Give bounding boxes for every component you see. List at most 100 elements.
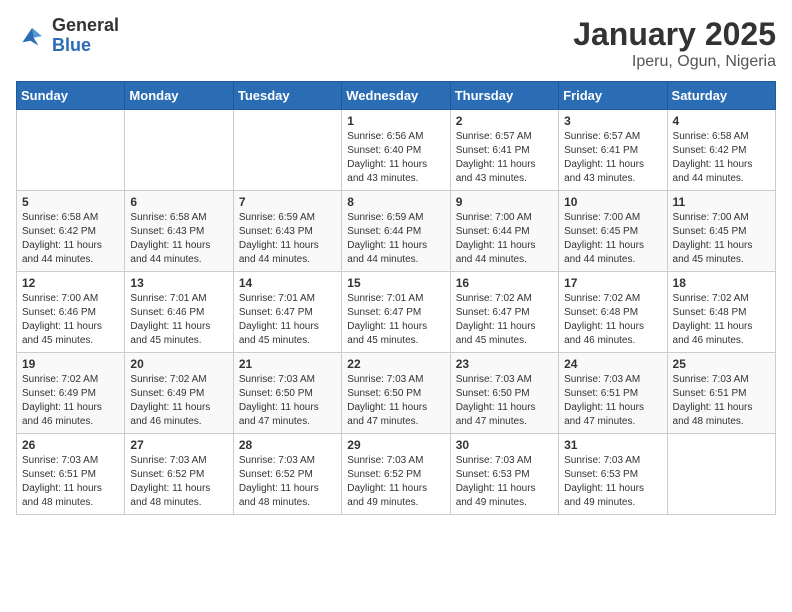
- calendar-cell: 3 Sunrise: 6:57 AM Sunset: 6:41 PM Daylig…: [559, 110, 667, 191]
- calendar-cell: 18 Sunrise: 7:02 AM Sunset: 6:48 PM Dayli…: [667, 272, 775, 353]
- calendar-cell: [17, 110, 125, 191]
- day-info: Sunrise: 7:02 AM Sunset: 6:49 PM Dayligh…: [130, 373, 227, 429]
- day-info: Sunrise: 7:03 AM Sunset: 6:50 PM Dayligh…: [456, 373, 553, 429]
- day-info: Sunrise: 7:02 AM Sunset: 6:48 PM Dayligh…: [564, 292, 661, 348]
- calendar-cell: 31Sunrise: 7:03 AM Sunset: 6:53 PM Dayli…: [559, 434, 667, 515]
- calendar-cell: 5 Sunrise: 6:58 AM Sunset: 6:42 PM Daylig…: [17, 191, 125, 272]
- day-info: Sunrise: 7:03 AM Sunset: 6:50 PM Dayligh…: [239, 373, 336, 429]
- calendar-cell: 24 Sunrise: 7:03 AM Sunset: 6:51 PM Dayli…: [559, 353, 667, 434]
- calendar-day-header: Friday: [559, 82, 667, 110]
- day-number: 14: [239, 276, 336, 290]
- calendar-cell: 16 Sunrise: 7:02 AM Sunset: 6:47 PM Dayli…: [450, 272, 558, 353]
- day-info: Sunrise: 6:57 AM Sunset: 6:41 PM Dayligh…: [564, 130, 661, 186]
- day-number: 16: [456, 276, 553, 290]
- day-info: Sunrise: 7:03 AM Sunset: 6:51 PM Dayligh…: [564, 373, 661, 429]
- calendar-day-header: Sunday: [17, 82, 125, 110]
- day-number: 26: [22, 438, 119, 452]
- day-info: Sunrise: 7:02 AM Sunset: 6:48 PM Dayligh…: [673, 292, 770, 348]
- calendar-cell: 26Sunrise: 7:03 AM Sunset: 6:51 PM Dayli…: [17, 434, 125, 515]
- day-number: 5: [22, 195, 119, 209]
- day-info: Sunrise: 6:58 AM Sunset: 6:42 PM Dayligh…: [673, 130, 770, 186]
- calendar-week-row: 1 Sunrise: 6:56 AM Sunset: 6:40 PM Daylig…: [17, 110, 776, 191]
- day-info: Sunrise: 7:00 AM Sunset: 6:46 PM Dayligh…: [22, 292, 119, 348]
- day-number: 2: [456, 114, 553, 128]
- calendar-header-row: SundayMondayTuesdayWednesdayThursdayFrid…: [17, 82, 776, 110]
- day-info: Sunrise: 7:00 AM Sunset: 6:44 PM Dayligh…: [456, 211, 553, 267]
- day-info: Sunrise: 7:03 AM Sunset: 6:52 PM Dayligh…: [130, 454, 227, 510]
- calendar-cell: 28Sunrise: 7:03 AM Sunset: 6:52 PM Dayli…: [233, 434, 341, 515]
- day-info: Sunrise: 7:02 AM Sunset: 6:49 PM Dayligh…: [22, 373, 119, 429]
- calendar-cell: [667, 434, 775, 515]
- calendar-day-header: Monday: [125, 82, 233, 110]
- day-number: 24: [564, 357, 661, 371]
- day-number: 23: [456, 357, 553, 371]
- calendar-cell: 27 Sunrise: 7:03 AM Sunset: 6:52 PM Dayli…: [125, 434, 233, 515]
- day-number: 15: [347, 276, 444, 290]
- day-info: Sunrise: 7:00 AM Sunset: 6:45 PM Dayligh…: [673, 211, 770, 267]
- calendar-cell: 22 Sunrise: 7:03 AM Sunset: 6:50 PM Dayli…: [342, 353, 450, 434]
- calendar-week-row: 5 Sunrise: 6:58 AM Sunset: 6:42 PM Daylig…: [17, 191, 776, 272]
- day-number: 13: [130, 276, 227, 290]
- day-info: Sunrise: 7:02 AM Sunset: 6:47 PM Dayligh…: [456, 292, 553, 348]
- day-info: Sunrise: 7:03 AM Sunset: 6:52 PM Dayligh…: [239, 454, 336, 510]
- day-number: 8: [347, 195, 444, 209]
- calendar-cell: 23 Sunrise: 7:03 AM Sunset: 6:50 PM Dayli…: [450, 353, 558, 434]
- day-info: Sunrise: 7:03 AM Sunset: 6:52 PM Dayligh…: [347, 454, 444, 510]
- day-info: Sunrise: 6:58 AM Sunset: 6:42 PM Dayligh…: [22, 211, 119, 267]
- page-subtitle: Iperu, Ogun, Nigeria: [573, 53, 776, 71]
- day-info: Sunrise: 6:58 AM Sunset: 6:43 PM Dayligh…: [130, 211, 227, 267]
- day-number: 20: [130, 357, 227, 371]
- calendar-cell: 4 Sunrise: 6:58 AM Sunset: 6:42 PM Daylig…: [667, 110, 775, 191]
- calendar-cell: 2Sunrise: 6:57 AM Sunset: 6:41 PM Daylig…: [450, 110, 558, 191]
- logo: General Blue: [16, 16, 119, 56]
- day-info: Sunrise: 7:01 AM Sunset: 6:47 PM Dayligh…: [239, 292, 336, 348]
- day-info: Sunrise: 6:59 AM Sunset: 6:43 PM Dayligh…: [239, 211, 336, 267]
- calendar-cell: 1 Sunrise: 6:56 AM Sunset: 6:40 PM Daylig…: [342, 110, 450, 191]
- day-number: 22: [347, 357, 444, 371]
- calendar-cell: 12 Sunrise: 7:00 AM Sunset: 6:46 PM Dayli…: [17, 272, 125, 353]
- day-number: 29: [347, 438, 444, 452]
- day-info: Sunrise: 7:01 AM Sunset: 6:47 PM Dayligh…: [347, 292, 444, 348]
- day-number: 1: [347, 114, 444, 128]
- calendar-day-header: Tuesday: [233, 82, 341, 110]
- calendar-day-header: Saturday: [667, 82, 775, 110]
- day-info: Sunrise: 6:56 AM Sunset: 6:40 PM Dayligh…: [347, 130, 444, 186]
- logo-general: General: [52, 15, 119, 35]
- calendar-week-row: 26Sunrise: 7:03 AM Sunset: 6:51 PM Dayli…: [17, 434, 776, 515]
- day-number: 18: [673, 276, 770, 290]
- day-number: 17: [564, 276, 661, 290]
- logo-blue: Blue: [52, 35, 91, 55]
- day-number: 30: [456, 438, 553, 452]
- day-info: Sunrise: 7:01 AM Sunset: 6:46 PM Dayligh…: [130, 292, 227, 348]
- day-number: 4: [673, 114, 770, 128]
- day-info: Sunrise: 7:00 AM Sunset: 6:45 PM Dayligh…: [564, 211, 661, 267]
- calendar-day-header: Thursday: [450, 82, 558, 110]
- calendar-cell: 21Sunrise: 7:03 AM Sunset: 6:50 PM Dayli…: [233, 353, 341, 434]
- day-number: 10: [564, 195, 661, 209]
- calendar-cell: [233, 110, 341, 191]
- calendar-cell: 13 Sunrise: 7:01 AM Sunset: 6:46 PM Dayli…: [125, 272, 233, 353]
- day-number: 31: [564, 438, 661, 452]
- calendar-cell: 14 Sunrise: 7:01 AM Sunset: 6:47 PM Dayli…: [233, 272, 341, 353]
- calendar-cell: 6Sunrise: 6:58 AM Sunset: 6:43 PM Daylig…: [125, 191, 233, 272]
- day-number: 3: [564, 114, 661, 128]
- calendar-cell: 20 Sunrise: 7:02 AM Sunset: 6:49 PM Dayli…: [125, 353, 233, 434]
- day-number: 12: [22, 276, 119, 290]
- calendar-cell: 30 Sunrise: 7:03 AM Sunset: 6:53 PM Dayli…: [450, 434, 558, 515]
- calendar-cell: 17 Sunrise: 7:02 AM Sunset: 6:48 PM Dayli…: [559, 272, 667, 353]
- day-info: Sunrise: 7:03 AM Sunset: 6:53 PM Dayligh…: [456, 454, 553, 510]
- page-header: General Blue January 2025 Iperu, Ogun, N…: [16, 16, 776, 71]
- calendar-week-row: 12 Sunrise: 7:00 AM Sunset: 6:46 PM Dayli…: [17, 272, 776, 353]
- calendar-cell: 11Sunrise: 7:00 AM Sunset: 6:45 PM Dayli…: [667, 191, 775, 272]
- day-number: 7: [239, 195, 336, 209]
- calendar-week-row: 19Sunrise: 7:02 AM Sunset: 6:49 PM Dayli…: [17, 353, 776, 434]
- calendar-cell: 15 Sunrise: 7:01 AM Sunset: 6:47 PM Dayli…: [342, 272, 450, 353]
- day-number: 27: [130, 438, 227, 452]
- calendar-cell: [125, 110, 233, 191]
- day-info: Sunrise: 7:03 AM Sunset: 6:50 PM Dayligh…: [347, 373, 444, 429]
- calendar-cell: 19Sunrise: 7:02 AM Sunset: 6:49 PM Dayli…: [17, 353, 125, 434]
- calendar-table: SundayMondayTuesdayWednesdayThursdayFrid…: [16, 81, 776, 515]
- calendar-cell: 25Sunrise: 7:03 AM Sunset: 6:51 PM Dayli…: [667, 353, 775, 434]
- calendar-day-header: Wednesday: [342, 82, 450, 110]
- day-number: 25: [673, 357, 770, 371]
